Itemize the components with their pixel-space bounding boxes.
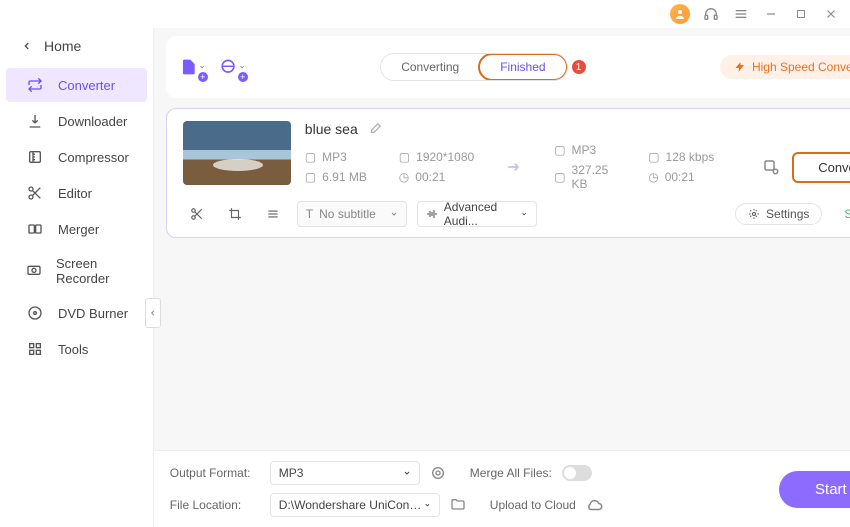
scissors-icon	[26, 184, 44, 202]
toolbar: + + Converting Finished 1 High Speed Con…	[166, 36, 850, 98]
src-format: MP3	[322, 150, 347, 164]
merge-toggle[interactable]	[562, 465, 592, 481]
file-location-label: File Location:	[170, 498, 260, 512]
output-format-label: Output Format:	[170, 466, 260, 480]
video-icon: ▢	[305, 150, 316, 164]
clock-icon: ◷	[399, 170, 409, 184]
subtitle-icon: T	[306, 207, 313, 221]
screen-icon: ▢	[399, 150, 410, 164]
tab-finished[interactable]: Finished	[478, 53, 567, 81]
headset-icon[interactable]	[702, 5, 720, 23]
merge-icon	[26, 220, 44, 238]
sidebar-item-dvd-burner[interactable]: DVD Burner	[6, 296, 147, 330]
user-avatar-icon[interactable]	[670, 4, 690, 24]
src-size: 6.91 MB	[322, 170, 367, 184]
subtitle-dropdown[interactable]: T No subtitle	[297, 201, 407, 227]
close-icon[interactable]	[822, 5, 840, 23]
convert-button[interactable]: Convert	[792, 152, 850, 183]
minimize-icon[interactable]	[762, 5, 780, 23]
sidebar-item-tools[interactable]: Tools	[6, 332, 147, 366]
dst-bitrate: 128 kbps	[666, 150, 715, 164]
footer-bar: Output Format: MP3 Merge All Files: File…	[154, 450, 850, 527]
sidebar-item-label: DVD Burner	[58, 306, 128, 321]
cloud-icon[interactable]	[586, 496, 604, 514]
titlebar	[0, 0, 850, 28]
collapse-sidebar-button[interactable]	[145, 298, 161, 328]
converter-icon	[26, 76, 44, 94]
tab-converting[interactable]: Converting	[381, 54, 479, 80]
dst-duration: 00:21	[665, 170, 695, 184]
rename-icon[interactable]	[368, 122, 382, 136]
gear-icon	[748, 208, 760, 220]
sidebar-item-editor[interactable]: Editor	[6, 176, 147, 210]
bolt-icon	[734, 61, 746, 73]
dst-size: 327.25 KB	[572, 163, 625, 191]
file-location-select[interactable]: D:\Wondershare UniConverter 1	[270, 493, 440, 517]
sidebar-item-converter[interactable]: Converter	[6, 68, 147, 102]
home-label: Home	[44, 38, 81, 54]
sidebar-item-label: Tools	[58, 342, 88, 357]
plus-mini-icon: +	[238, 72, 248, 82]
sidebar-item-label: Screen Recorder	[56, 256, 129, 286]
add-file-button[interactable]: +	[180, 54, 206, 80]
sidebar-item-label: Converter	[58, 78, 115, 93]
trim-icon[interactable]	[183, 202, 211, 226]
maximize-icon[interactable]	[792, 5, 810, 23]
status-tabs: Converting Finished	[380, 53, 567, 81]
output-format-select[interactable]: MP3	[270, 461, 420, 485]
video-icon: ▢	[554, 143, 565, 157]
plus-mini-icon: +	[198, 72, 208, 82]
compress-icon	[26, 148, 44, 166]
main-panel: + + Converting Finished 1 High Speed Con…	[154, 28, 850, 527]
home-nav[interactable]: Home	[0, 32, 153, 66]
bitrate-icon: ▢	[648, 150, 659, 164]
open-folder-icon[interactable]	[450, 497, 466, 513]
effect-icon[interactable]	[259, 202, 287, 226]
folder-icon: ▢	[554, 170, 565, 184]
disc-icon	[26, 304, 44, 322]
menu-icon[interactable]	[732, 5, 750, 23]
preset-icon[interactable]	[762, 158, 780, 176]
arrow-right-icon	[498, 157, 530, 177]
finished-count-badge: 1	[572, 60, 586, 74]
sidebar-item-label: Compressor	[58, 150, 129, 165]
add-url-button[interactable]: +	[220, 54, 246, 80]
video-thumbnail[interactable]	[183, 121, 291, 185]
grid-icon	[26, 340, 44, 358]
sidebar-item-label: Editor	[58, 186, 92, 201]
chevron-left-icon	[22, 41, 32, 51]
high-speed-button[interactable]: High Speed Conversion	[720, 55, 850, 79]
merge-label: Merge All Files:	[470, 466, 552, 480]
sidebar-item-label: Downloader	[58, 114, 127, 129]
format-settings-icon[interactable]	[430, 465, 446, 481]
sidebar-item-label: Merger	[58, 222, 99, 237]
sidebar-item-downloader[interactable]: Downloader	[6, 104, 147, 138]
file-title: blue sea	[305, 121, 358, 137]
settings-button[interactable]: Settings	[735, 203, 822, 225]
upload-label: Upload to Cloud	[490, 498, 576, 512]
sidebar-item-screen-recorder[interactable]: Screen Recorder	[6, 248, 147, 294]
status-label: Success	[844, 207, 850, 221]
dst-format: MP3	[572, 143, 597, 157]
clock-icon: ◷	[648, 170, 658, 184]
recorder-icon	[26, 262, 42, 280]
audio-icon	[426, 208, 438, 220]
sidebar-item-merger[interactable]: Merger	[6, 212, 147, 246]
crop-icon[interactable]	[221, 202, 249, 226]
src-duration: 00:21	[415, 170, 445, 184]
audio-dropdown[interactable]: Advanced Audi...	[417, 201, 537, 227]
start-all-button[interactable]: Start All	[779, 471, 850, 508]
folder-icon: ▢	[305, 170, 316, 184]
download-icon	[26, 112, 44, 130]
file-card: blue sea ▢ MP3 ▢ 6.91 MB ▢ 1920*1080 ◷ 00:21	[166, 108, 850, 238]
sidebar: Home Converter Downloader Compressor Edi…	[0, 28, 154, 527]
sidebar-item-compressor[interactable]: Compressor	[6, 140, 147, 174]
src-resolution: 1920*1080	[416, 150, 474, 164]
